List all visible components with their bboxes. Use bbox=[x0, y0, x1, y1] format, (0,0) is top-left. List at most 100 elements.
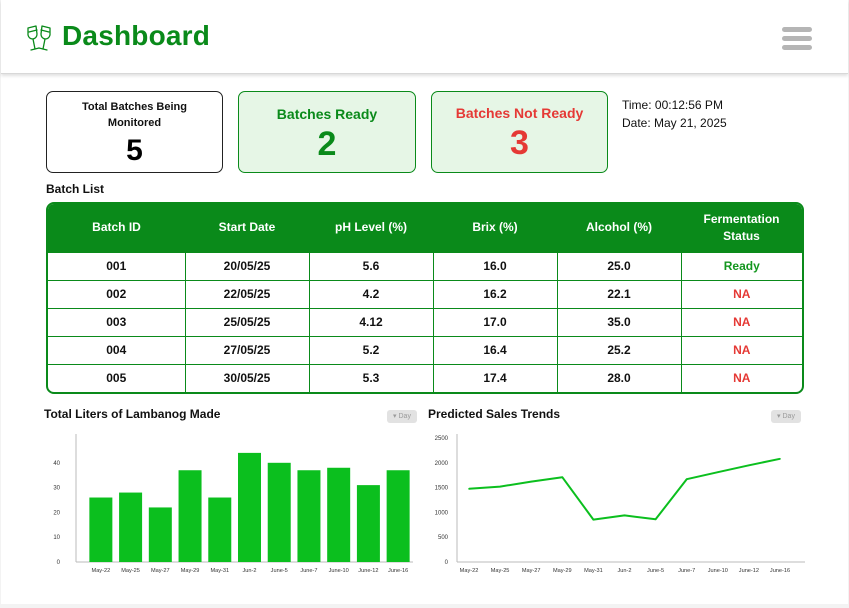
x-tick-label: May-27 bbox=[522, 568, 541, 574]
cell-ph: 5.6 bbox=[308, 251, 433, 280]
x-tick-label: June-5 bbox=[647, 568, 664, 574]
cell-status: Ready bbox=[680, 251, 802, 280]
y-tick-label: 0 bbox=[57, 560, 61, 566]
app-window: Dashboard Total Batches Being Monitored … bbox=[1, 0, 848, 604]
x-tick-label: May-29 bbox=[181, 568, 200, 574]
current-date: Date: May 21, 2025 bbox=[622, 116, 727, 130]
col-start-date: Start Date bbox=[185, 204, 309, 252]
bar bbox=[238, 452, 261, 562]
col-alcohol: Alcohol (%) bbox=[557, 204, 681, 252]
cell-status: NA bbox=[680, 279, 802, 308]
cell-brix: 16.2 bbox=[432, 279, 557, 308]
cell-batch-id: 002 bbox=[48, 279, 185, 308]
data-point bbox=[685, 478, 688, 480]
y-tick-label: 10 bbox=[53, 535, 60, 541]
x-tick-label: June-10 bbox=[708, 568, 728, 574]
bar bbox=[178, 470, 202, 562]
x-tick-label: May-31 bbox=[584, 568, 603, 574]
cell-batch-id: 001 bbox=[48, 251, 185, 280]
data-point bbox=[592, 518, 595, 521]
col-fermentation-status: Fermentation Status bbox=[681, 204, 802, 252]
bar bbox=[386, 470, 410, 562]
x-tick-label: June-7 bbox=[300, 568, 317, 574]
sales-period-dropdown[interactable]: ▾ Day bbox=[771, 410, 801, 423]
hamburger-menu-icon[interactable] bbox=[782, 27, 812, 51]
x-tick-label: May-22 bbox=[92, 568, 111, 574]
y-tick-label: 500 bbox=[438, 535, 449, 541]
y-tick-label: 2000 bbox=[435, 461, 449, 467]
cell-status: NA bbox=[680, 335, 802, 364]
data-point bbox=[468, 488, 470, 490]
table-row[interactable]: 005 30/05/25 5.3 17.4 28.0 NA bbox=[48, 363, 802, 392]
y-tick-label: 30 bbox=[53, 486, 60, 492]
sales-series-line bbox=[468, 457, 781, 521]
data-point bbox=[530, 480, 532, 483]
batches-not-ready-value: 3 bbox=[510, 124, 529, 162]
x-tick-label: May-31 bbox=[210, 568, 229, 574]
liters-bar-chart: 0 10 20 30 40 May-22 May-25 May-27 May-29 May-31 J… bbox=[53, 434, 413, 574]
data-point bbox=[748, 464, 750, 467]
total-batches-card: Total Batches Being Monitored 5 bbox=[46, 91, 223, 173]
cell-brix: 16.0 bbox=[432, 251, 557, 280]
liters-period-dropdown[interactable]: ▾ Day bbox=[387, 410, 417, 423]
cell-start-date: 20/05/25 bbox=[184, 251, 309, 280]
cell-start-date: 30/05/25 bbox=[184, 363, 309, 392]
header-bar: Dashboard bbox=[1, 0, 848, 74]
y-tick-label: 2500 bbox=[435, 436, 449, 442]
cell-alcohol: 25.2 bbox=[556, 335, 681, 364]
col-ph-level: pH Level (%) bbox=[309, 204, 433, 252]
cell-start-date: 27/05/25 bbox=[184, 335, 309, 364]
batch-list-title: Batch List bbox=[46, 182, 105, 196]
batches-ready-value: 2 bbox=[317, 125, 337, 163]
cell-brix: 16.4 bbox=[432, 335, 557, 364]
y-tick-label: 40 bbox=[53, 461, 60, 467]
x-tick-label: May-22 bbox=[460, 568, 479, 574]
current-time: Time: 00:12:56 PM bbox=[622, 98, 723, 112]
cell-status: NA bbox=[680, 307, 802, 336]
cell-alcohol: 28.0 bbox=[556, 363, 681, 392]
liters-chart-title: Total Liters of Lambanog Made bbox=[44, 407, 221, 421]
sales-chart-title: Predicted Sales Trends bbox=[428, 407, 561, 421]
cell-start-date: 22/05/25 bbox=[184, 279, 309, 308]
cell-ph: 4.2 bbox=[308, 279, 433, 308]
cell-alcohol: 22.1 bbox=[556, 279, 681, 308]
cell-ph: 5.3 bbox=[308, 363, 433, 392]
x-tick-label: June-16 bbox=[388, 568, 408, 574]
x-tick-label: June-16 bbox=[770, 568, 790, 574]
data-point bbox=[561, 476, 564, 478]
cell-batch-id: 003 bbox=[48, 307, 185, 336]
table-row[interactable]: 003 25/05/25 4.12 17.0 35.0 NA bbox=[48, 307, 802, 336]
data-point bbox=[717, 471, 719, 474]
cell-brix: 17.4 bbox=[432, 363, 557, 392]
col-brix: Brix (%) bbox=[433, 204, 557, 252]
bar bbox=[208, 497, 232, 562]
col-batch-id: Batch ID bbox=[48, 204, 185, 252]
table-header-row: Batch ID Start Date pH Level (%) Brix (%… bbox=[48, 204, 802, 252]
x-tick-label: June-5 bbox=[271, 568, 288, 574]
total-batches-label: Total Batches Being Monitored bbox=[82, 101, 187, 129]
y-tick-label: 1500 bbox=[435, 486, 449, 492]
cell-batch-id: 004 bbox=[48, 335, 185, 364]
x-tick-label: June-12 bbox=[358, 568, 378, 574]
x-tick-label: May-29 bbox=[553, 568, 572, 574]
x-tick-label: May-25 bbox=[121, 568, 140, 574]
data-point bbox=[654, 518, 657, 521]
clock-panel: Time: 00:12:56 PM Date: May 21, 2025 bbox=[622, 96, 727, 132]
x-tick-label: Jun-2 bbox=[243, 568, 257, 574]
cell-ph: 5.2 bbox=[308, 335, 433, 364]
page-title: Dashboard bbox=[62, 20, 211, 51]
batches-not-ready-label: Batches Not Ready bbox=[455, 105, 584, 121]
table-row[interactable]: 001 20/05/25 5.6 16.0 25.0 Ready bbox=[48, 251, 802, 280]
sales-line-chart: 0 500 1000 1500 2000 2500 May-22 May-25 May-27 Ma… bbox=[435, 434, 805, 574]
bar bbox=[356, 485, 380, 562]
x-tick-label: May-27 bbox=[151, 568, 170, 574]
cell-status: NA bbox=[680, 363, 802, 392]
batches-ready-card: Batches Ready 2 bbox=[238, 91, 416, 173]
cell-batch-id: 005 bbox=[48, 363, 185, 392]
batch-table: Batch ID Start Date pH Level (%) Brix (%… bbox=[46, 202, 804, 394]
x-tick-label: May-25 bbox=[491, 568, 510, 574]
table-row[interactable]: 004 27/05/25 5.2 16.4 25.2 NA bbox=[48, 335, 802, 364]
table-row[interactable]: 002 22/05/25 4.2 16.2 22.1 NA bbox=[48, 279, 802, 308]
cell-brix: 17.0 bbox=[432, 307, 557, 336]
total-batches-value: 5 bbox=[126, 134, 143, 167]
